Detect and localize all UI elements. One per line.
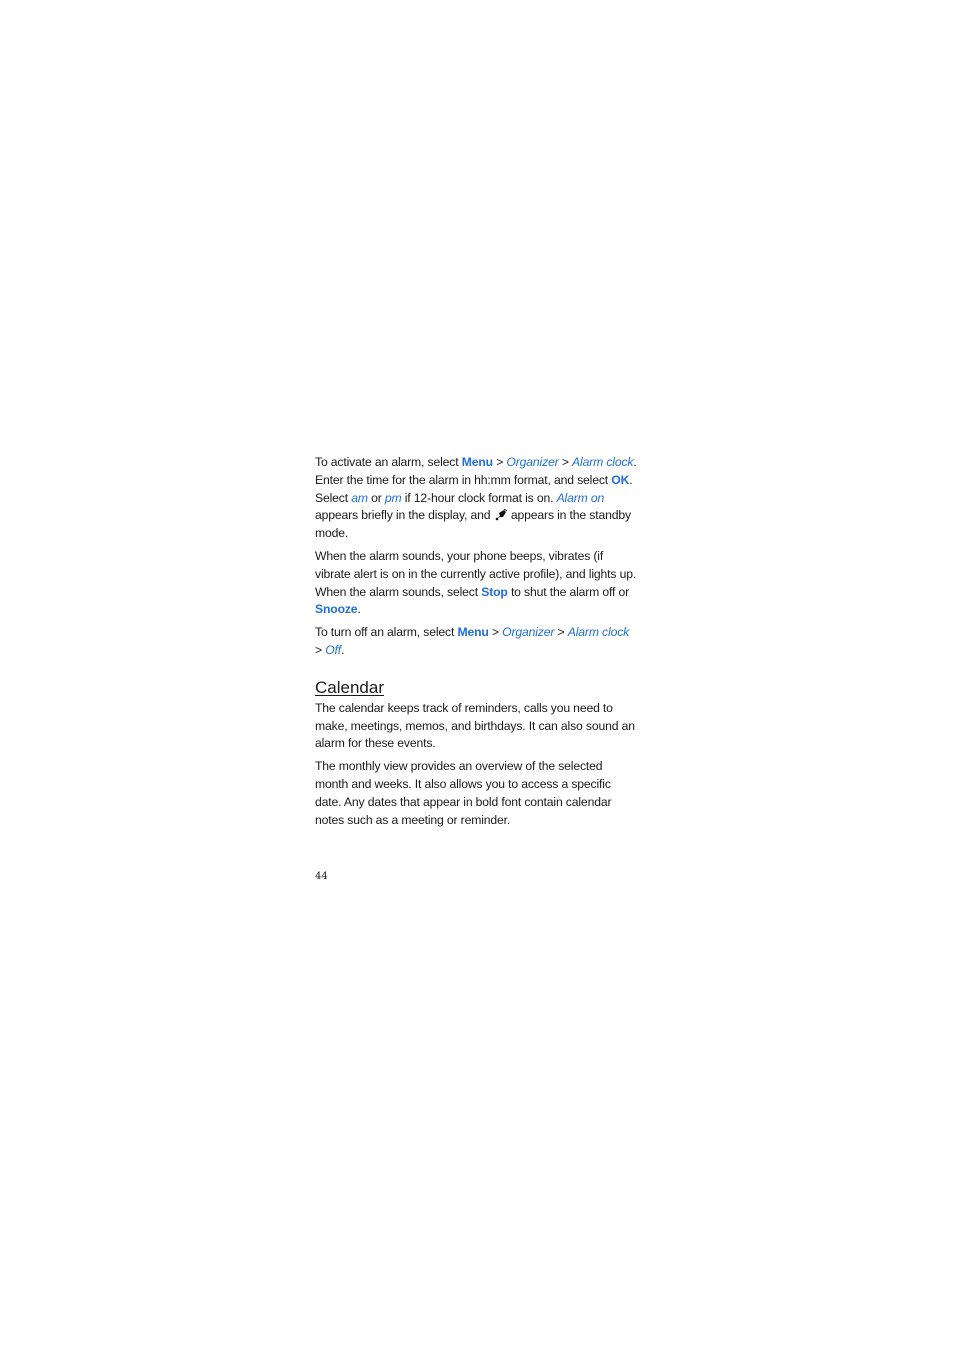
text: To turn off an alarm, select	[315, 625, 458, 640]
menu-label: Menu	[461, 455, 493, 469]
separator: >	[554, 625, 568, 640]
calendar-heading: Calendar	[315, 677, 384, 697]
separator: >	[315, 642, 326, 657]
alarm-on-label: Alarm on	[556, 490, 605, 505]
separator: >	[492, 455, 507, 469]
am-label: am	[351, 490, 368, 505]
alarm-clock-icon	[494, 508, 508, 521]
alarm-clock-label: Alarm clock	[572, 455, 634, 469]
organizer-label: Organizer	[502, 625, 555, 640]
stop-label: Stop	[481, 584, 508, 599]
text: To activate an alarm, select	[315, 455, 462, 469]
alarm-sounds-paragraph: When the alarm sounds, your phone beeps,…	[315, 548, 637, 619]
alarm-activate-paragraph: To activate an alarm, select Menu > Orga…	[315, 454, 637, 543]
calendar-intro-paragraph: The calendar keeps track of reminders, c…	[315, 700, 635, 751]
calendar-monthly-view-paragraph: The monthly view provides an overview of…	[315, 759, 612, 827]
alarm-clock-label: Alarm clock	[567, 625, 630, 640]
page-content: To activate an alarm, select Menu > Orga…	[315, 454, 637, 834]
ok-label: OK	[611, 472, 630, 487]
text: or	[367, 490, 385, 505]
separator: >	[558, 455, 573, 469]
menu-label: Menu	[457, 625, 489, 640]
off-label: Off	[325, 642, 342, 657]
text: .	[357, 602, 361, 617]
alarm-off-paragraph: To turn off an alarm, select Menu > Orga…	[315, 624, 637, 660]
text: to shut the alarm off or	[507, 584, 630, 599]
page-number: 44	[315, 871, 328, 882]
organizer-label: Organizer	[506, 455, 559, 469]
snooze-label: Snooze	[315, 602, 358, 617]
separator: >	[488, 625, 503, 640]
pm-label: pm	[384, 490, 402, 505]
text: if 12-hour clock format is on.	[401, 490, 557, 505]
text: appears briefly in the display, and	[315, 508, 494, 523]
text: .	[341, 642, 345, 657]
